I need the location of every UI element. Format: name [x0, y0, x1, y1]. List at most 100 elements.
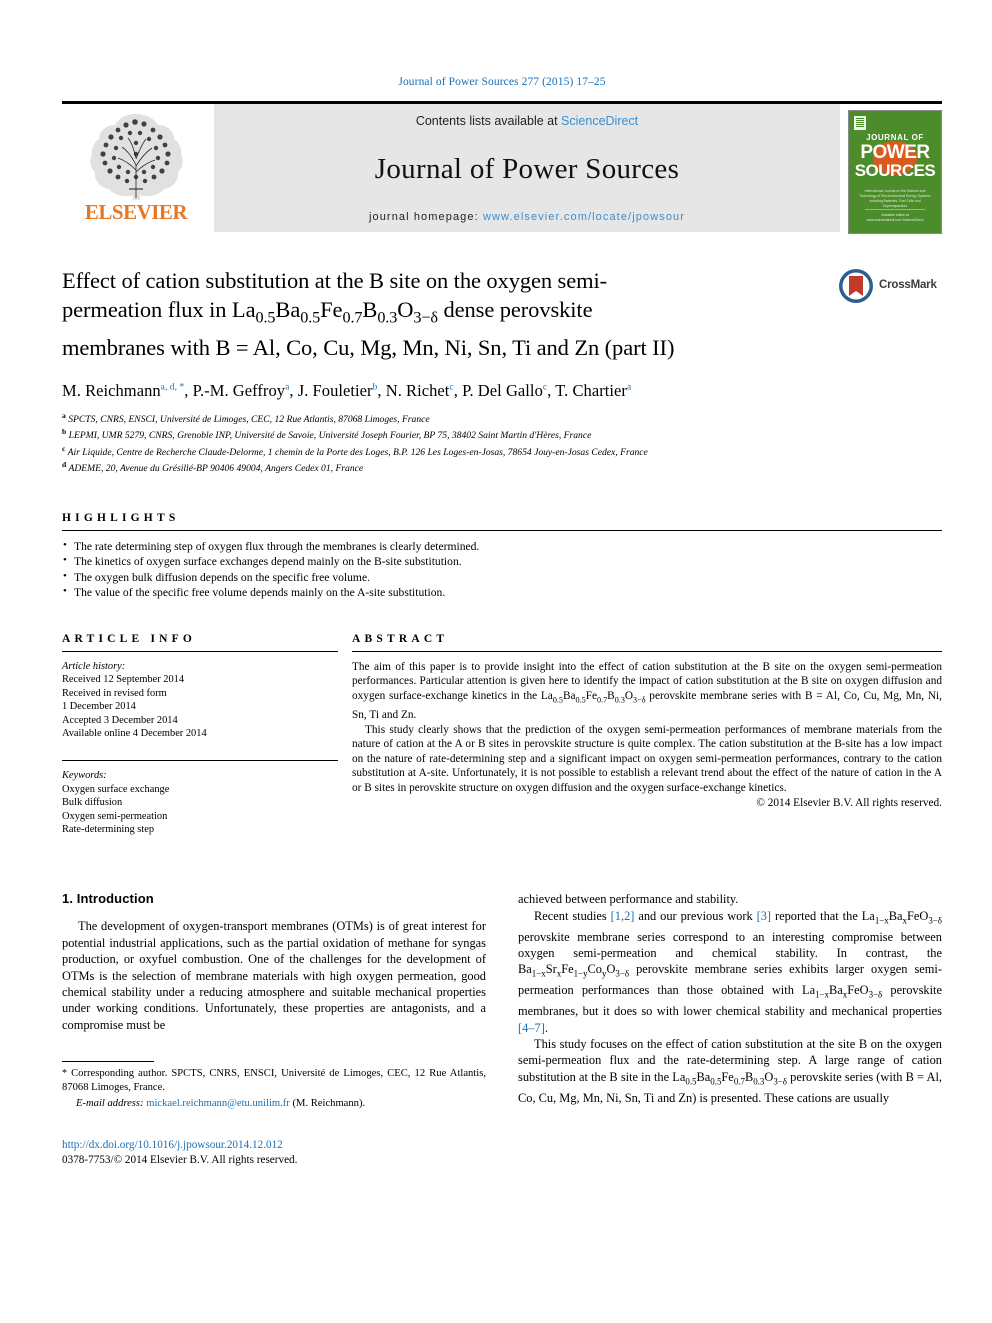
introduction-heading: 1. Introduction [62, 891, 154, 907]
rp2d: Ba [888, 908, 903, 923]
title-l2b: Fe [320, 297, 343, 322]
affiliation-d-mark: d [62, 460, 67, 470]
author-list: M. Reichmanna, d, *, P.-M. Geffroya, J. … [62, 380, 632, 400]
title-sub-4: 0.3 [377, 308, 398, 327]
article-info-heading: ARTICLE INFO [62, 632, 197, 645]
cover-footer: Available online at www.sciencedirect.co… [865, 209, 925, 223]
body-column-right: achieved between performance and stabili… [518, 891, 942, 1167]
author-2-marks[interactable]: a [285, 382, 289, 392]
rp2-sub8: 3−δ [615, 968, 630, 979]
title-line-3: membranes with B = Al, Co, Cu, Mg, Mn, N… [62, 334, 675, 360]
journal-title: Journal of Power Sources [374, 153, 680, 185]
author-1: M. Reichmanna, d, * [62, 381, 184, 400]
article-page: Journal of Power Sources 277 (2015) 17–2… [0, 0, 992, 1323]
rp2l: Ba [829, 983, 843, 998]
doi-link[interactable]: http://dx.doi.org/10.1016/j.jpowsour.201… [62, 1138, 486, 1153]
highlight-item: The rate determining step of oxygen flux… [62, 538, 942, 555]
highlights-section: HIGHLIGHTS The rate determining step of … [62, 512, 942, 601]
keyword-item: Bulk diffusion [62, 797, 123, 809]
abs-p1c: Fe [585, 690, 598, 703]
rp2-sub6: 1−y [573, 968, 588, 979]
affiliation-a-text: SPCTS, CNRS, ENSCI, Université de Limoge… [68, 413, 430, 425]
author-2-name: P.-M. Geffroy [192, 380, 286, 400]
abs-p1d: B [607, 690, 615, 703]
highlight-item: The oxygen bulk diffusion depends on the… [62, 569, 942, 586]
author-3-marks[interactable]: b [373, 382, 378, 392]
title-sub-2: 0.5 [300, 308, 321, 327]
abstract-divider [352, 650, 942, 652]
email-suffix: (M. Reichmann). [289, 1097, 366, 1109]
elsevier-mark-icon [854, 116, 866, 130]
footnote-divider [62, 1061, 154, 1063]
history-line: Accepted 3 December 2014 [62, 714, 178, 726]
highlights-divider [62, 529, 942, 531]
title-row: Effect of cation substitution at the B s… [62, 266, 942, 362]
journal-cover-thumbnail[interactable]: JOURNAL OF POWER SOURCES International J… [848, 110, 942, 234]
affiliation-d: d ADEME, 20, Avenue du Grésillé-BP 90406… [62, 459, 942, 476]
keyword-item: Oxygen surface exchange [62, 783, 170, 795]
history-line: Received 12 September 2014 [62, 674, 185, 686]
cover-line-sources: SOURCES [854, 161, 936, 180]
cover-subtitle: International Journal on the Science and… [859, 189, 931, 208]
title-line-1: Effect of cation substitution at the B s… [62, 268, 608, 293]
rp2e: FeO [906, 908, 929, 923]
highlight-item: The kinetics of oxygen surface exchanges… [62, 553, 942, 570]
abstract-copyright: © 2014 Elsevier B.V. All rights reserved… [756, 797, 942, 810]
keyword-item: Rate-determining step [62, 823, 155, 835]
rp2c: reported that the La [771, 908, 875, 923]
author-5-name: P. Del Gallo [462, 380, 543, 400]
article-info-section: ARTICLE INFO Article history: Received 1… [62, 633, 352, 836]
email-label: E-mail address: [76, 1097, 144, 1109]
author-2: P.-M. Geffroya [193, 381, 290, 400]
title-l2d: O [397, 297, 414, 322]
intro-paragraph-left: The development of oxygen-transport memb… [62, 919, 486, 1032]
rp3-sub4: 0.3 [753, 1076, 765, 1087]
contents-prefix: Contents lists available at [415, 114, 562, 128]
keywords-divider [62, 760, 338, 762]
author-3-name: J. Fouletier [297, 380, 373, 400]
crossmark-badge[interactable]: CrossMark [838, 266, 942, 362]
affiliation-c-text: Air Liquide, Centre de Recherche Claude-… [67, 446, 648, 458]
cover-artwork: JOURNAL OF POWER SOURCES International J… [849, 111, 941, 233]
author-5-marks[interactable]: c [543, 382, 547, 392]
sciencedirect-link[interactable]: ScienceDirect [561, 114, 638, 128]
author-1-marks[interactable]: a, d, * [161, 382, 185, 392]
elsevier-wordmark: ELSEVIER [84, 200, 188, 224]
highlight-item: The value of the specific free volume de… [62, 584, 942, 601]
keywords-block: Keywords: Oxygen surface exchange Bulk d… [62, 769, 338, 836]
affiliation-a: a SPCTS, CNRS, ENSCI, Université de Limo… [62, 410, 942, 427]
rp2h: Fe [561, 962, 574, 977]
rp2m: FeO [847, 983, 869, 998]
author-4: N. Richetc [386, 381, 454, 400]
homepage-url[interactable]: www.elsevier.com/locate/jpowsour [483, 211, 685, 223]
elsevier-tree-icon [90, 114, 183, 200]
title-l2c: B [362, 297, 378, 322]
abstract-paragraph-1: The aim of this paper is to provide insi… [352, 660, 942, 723]
rp2o: . [544, 1020, 548, 1035]
keyword-item: Oxygen semi-permeation [62, 810, 168, 822]
title-sub-5: 3−δ [413, 308, 438, 327]
author-4-marks[interactable]: c [449, 382, 453, 392]
author-6-marks[interactable]: a [627, 382, 631, 392]
crossmark-icon [838, 268, 874, 304]
rp2-sub3: 3−δ [928, 915, 942, 926]
corresponding-author-footnote: * Corresponding author. SPCTS, CNRS, ENS… [62, 1061, 486, 1110]
citation-ref-3[interactable]: [3] [757, 909, 771, 923]
body-columns: 1. Introduction The development of oxyge… [62, 891, 942, 1167]
author-5: P. Del Galloc [462, 381, 547, 400]
citation-ref-1-2[interactable]: [1,2] [611, 909, 635, 923]
abstract-paragraph-2: This study clearly shows that the predic… [352, 723, 942, 794]
rp3-sub2: 0.5 [710, 1076, 722, 1087]
affiliation-b: b LEPMI, UMR 5279, CNRS, Grenoble INP, U… [62, 426, 942, 443]
citation-ref-4-7[interactable]: [4–7] [518, 1021, 545, 1035]
history-line: 1 December 2014 [62, 701, 136, 713]
rp3d: B [744, 1069, 754, 1084]
email-link[interactable]: mickael.reichmann@etu.unilim.fr [146, 1098, 290, 1109]
title-l2e: dense perovskite [437, 297, 593, 322]
info-abstract-row: ARTICLE INFO Article history: Received 1… [62, 633, 942, 836]
abs-p1-sub4: 0.3 [614, 695, 625, 705]
rp3-sub3: 0.7 [733, 1076, 745, 1087]
intro-right-paragraph-2: Recent studies [1,2] and our previous wo… [518, 908, 942, 1036]
footnote-text: * Corresponding author. SPCTS, CNRS, ENS… [62, 1067, 486, 1095]
abs-p1-sub2: 0.5 [575, 695, 586, 705]
